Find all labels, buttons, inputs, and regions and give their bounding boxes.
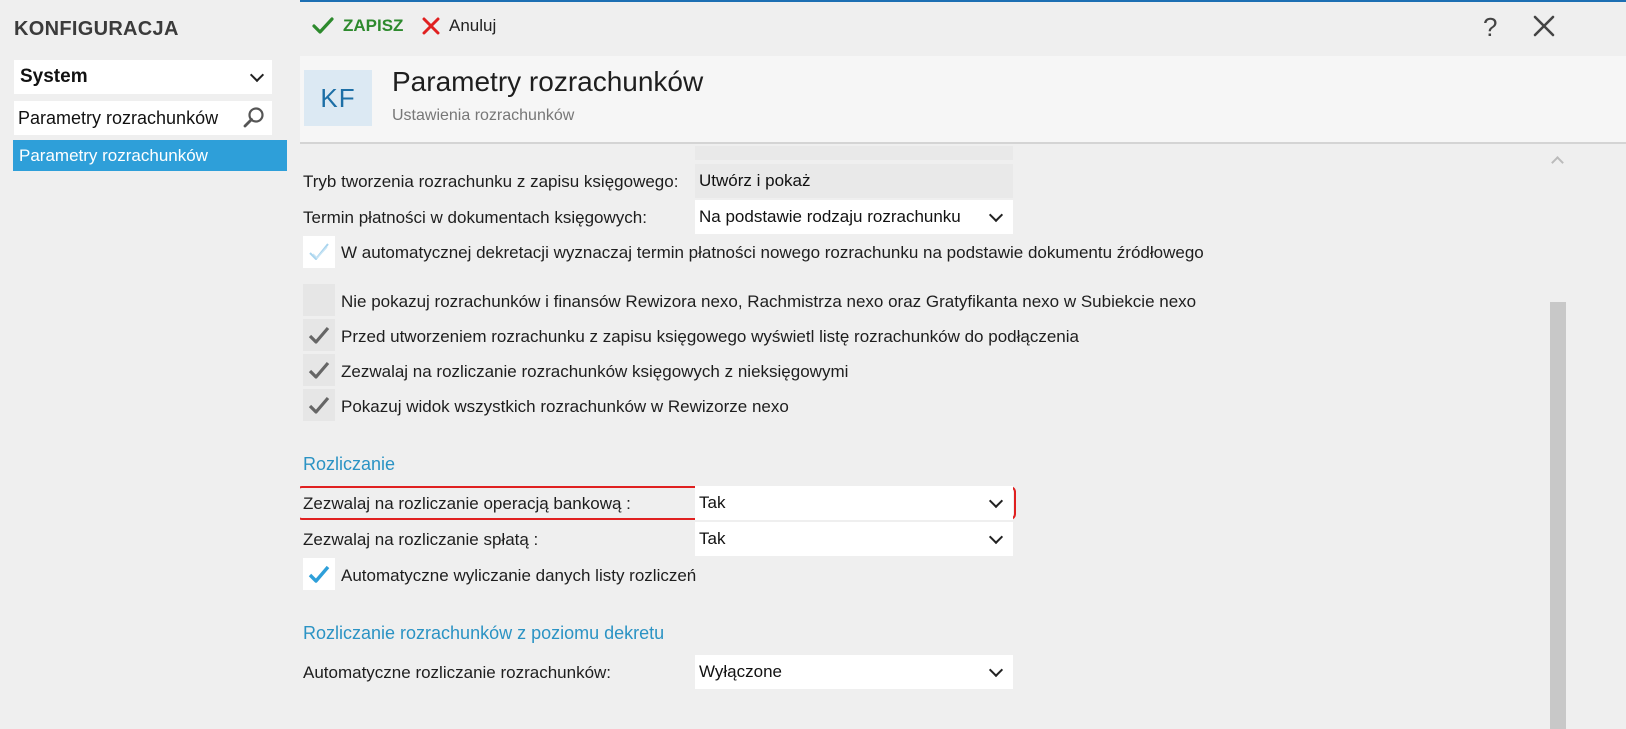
- module-select[interactable]: System: [14, 60, 272, 94]
- search-icon[interactable]: [242, 106, 266, 130]
- save-button-label: ZAPISZ: [343, 16, 404, 35]
- search-input-value: Parametry rozrachunków: [18, 107, 219, 128]
- checkbox-nie-pokazuj-label: Nie pokazuj rozrachunków i finansów Rewi…: [341, 292, 1197, 311]
- checkbox-zezwalaj-ksiegowe[interactable]: [303, 354, 335, 386]
- dekret-auto-value: Wyłączone: [699, 662, 782, 681]
- x-icon: [422, 17, 440, 35]
- dekret-auto-label: Automatyczne rozliczanie rozrachunków:: [303, 663, 612, 682]
- section-dekret-title: Rozliczanie rozrachunków z poziomu dekre…: [303, 623, 665, 643]
- checkbox-auto-termin[interactable]: [303, 236, 335, 268]
- checkbox-pokazuj-widok-label: Pokazuj widok wszystkich rozrachunków w …: [341, 397, 789, 416]
- search-input[interactable]: Parametry rozrachunków: [14, 101, 272, 135]
- sidebar: KONFIGURACJA System Parametry rozrachunk…: [0, 0, 288, 729]
- bank-value: Tak: [699, 493, 726, 512]
- settings-panel: Tryb tworzenia rozrachunku z zapisu księ…: [300, 146, 1548, 729]
- termin-value: Na podstawie rodzaju rozrachunku: [699, 207, 961, 226]
- chevron-down-icon: [249, 67, 265, 82]
- partial-field: [695, 146, 1013, 160]
- tryb-label: Tryb tworzenia rozrachunku z zapisu księ…: [303, 172, 679, 191]
- sidebar-title: KONFIGURACJA: [14, 18, 179, 40]
- checkbox-auto-termin-label: W automatycznej dekretacji wyznaczaj ter…: [341, 243, 1204, 262]
- chevron-down-icon: [988, 529, 1004, 544]
- page-subtitle: Ustawienia rozrachunków: [392, 107, 575, 124]
- checkbox-auto-wyliczanie[interactable]: [303, 558, 335, 590]
- scrollbar-thumb[interactable]: [1550, 302, 1566, 729]
- bank-select[interactable]: Tak: [695, 486, 1013, 520]
- check-icon: [312, 17, 334, 34]
- bank-label: Zezwalaj na rozliczanie operacją bankową…: [303, 494, 631, 513]
- module-select-value: System: [20, 66, 88, 87]
- module-badge: KF: [304, 70, 372, 126]
- vertical-scrollbar[interactable]: [1548, 146, 1568, 729]
- chevron-down-icon: [988, 207, 1004, 222]
- sidebar-item-label: Parametry rozrachunków: [19, 145, 208, 165]
- check-icon: [308, 326, 330, 344]
- close-icon[interactable]: [1530, 12, 1558, 40]
- splata-value: Tak: [699, 529, 726, 548]
- chevron-down-icon: [988, 493, 1004, 508]
- cancel-button[interactable]: Anuluj: [422, 16, 496, 36]
- termin-label: Termin płatności w dokumentach księgowyc…: [303, 208, 647, 227]
- save-button[interactable]: ZAPISZ: [312, 16, 403, 36]
- splata-select[interactable]: Tak: [695, 522, 1013, 556]
- toolbar: ZAPISZ Anuluj ?: [300, 2, 1626, 54]
- check-icon: [308, 565, 330, 583]
- tryb-value: Utwórz i pokaż: [699, 171, 811, 190]
- cancel-button-label: Anuluj: [449, 16, 497, 35]
- checkbox-pokazuj-widok[interactable]: [303, 389, 335, 421]
- check-icon: [308, 361, 330, 379]
- termin-select[interactable]: Na podstawie rodzaju rozrachunku: [695, 200, 1013, 234]
- checkbox-auto-wyliczanie-label: Automatyczne wyliczanie danych listy roz…: [341, 566, 697, 585]
- check-icon: [308, 396, 330, 414]
- help-button[interactable]: ?: [1483, 12, 1497, 43]
- checkbox-przed-utworzeniem-label: Przed utworzeniem rozrachunku z zapisu k…: [341, 327, 1079, 346]
- checkbox-przed-utworzeniem[interactable]: [303, 319, 335, 351]
- check-icon: [309, 243, 329, 260]
- section-rozliczanie-title: Rozliczanie: [303, 454, 396, 474]
- scroll-up-icon[interactable]: [1551, 156, 1564, 169]
- dekret-auto-select[interactable]: Wyłączone: [695, 655, 1013, 689]
- chevron-down-icon: [988, 662, 1004, 677]
- page-header: KF Parametry rozrachunków Ustawienia roz…: [300, 56, 1626, 144]
- tryb-field: Utwórz i pokaż: [695, 164, 1013, 198]
- checkbox-nie-pokazuj[interactable]: [303, 284, 335, 316]
- page-title: Parametry rozrachunków: [392, 66, 704, 97]
- sidebar-item-parametry-rozrachunkow[interactable]: Parametry rozrachunków: [13, 140, 287, 171]
- splata-label: Zezwalaj na rozliczanie spłatą :: [303, 530, 539, 549]
- checkbox-zezwalaj-ksiegowe-label: Zezwalaj na rozliczanie rozrachunków ksi…: [341, 362, 849, 381]
